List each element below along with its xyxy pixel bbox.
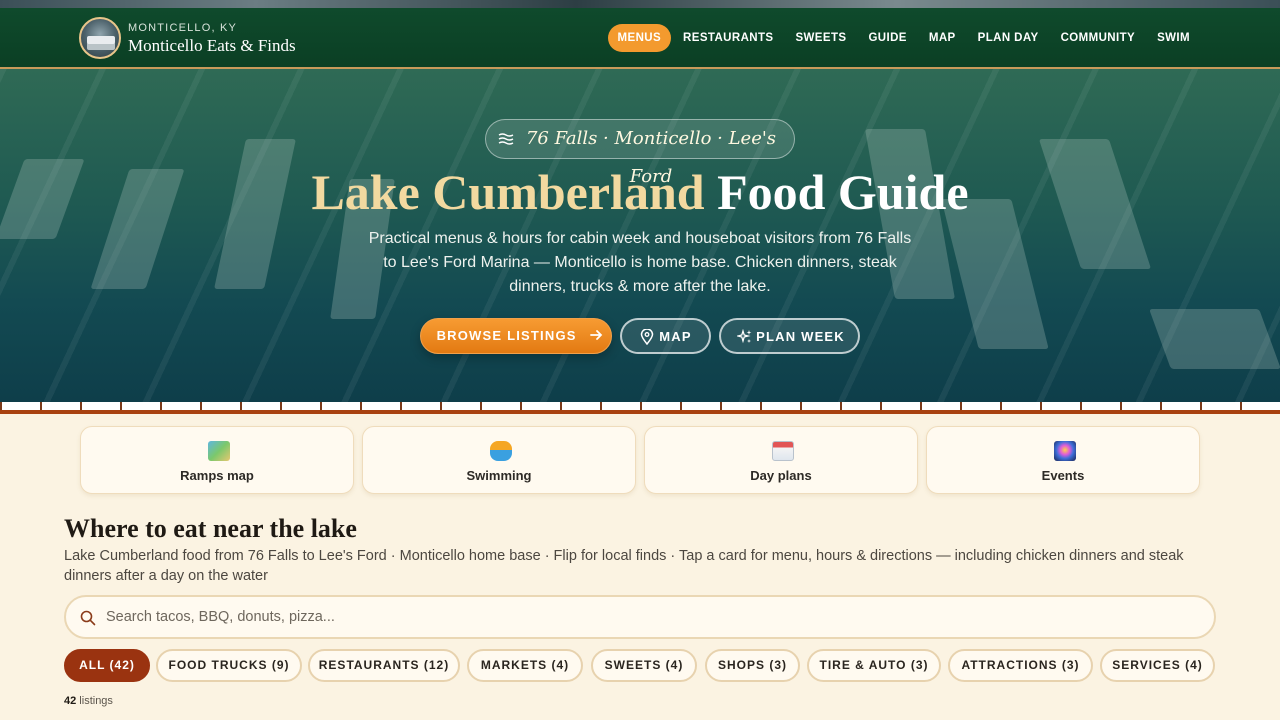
nav-guide[interactable]: GUIDE [858,24,916,52]
section-title: Where to eat near the lake [64,514,357,543]
map-button[interactable]: MAP [620,318,711,354]
calendar-icon [772,441,794,461]
search-bar [64,595,1216,639]
quick-card-label: Swimming [466,468,532,483]
nav-menus[interactable]: MENUS [607,24,672,52]
map-button-label: MAP [659,329,692,344]
marina-dock-image [1149,309,1280,369]
browse-listings-label: BROWSE LISTINGS [436,328,577,343]
listing-count-number: 42 [64,695,77,707]
site-header: MONTICELLO, KY Monticello Eats & Finds M… [0,8,1280,69]
hero-title-rest: Food Guide [704,164,969,220]
fireworks-icon [1054,441,1076,461]
marina-dock-image [941,199,1049,349]
filter-services[interactable]: SERVICES (4) [1100,649,1215,682]
filter-tire-auto[interactable]: TIRE & AUTO (3) [807,649,941,682]
filter-restaurants[interactable]: RESTAURANTS (12) [308,649,460,682]
filter-markets[interactable]: MARKETS (4) [467,649,583,682]
filter-sweets[interactable]: SWEETS (4) [591,649,697,682]
nav-restaurants[interactable]: RESTAURANTS [673,24,783,52]
quick-card-label: Day plans [750,468,812,483]
quick-card-ramps-map[interactable]: Ramps map [80,426,354,494]
main-nav: MENUS RESTAURANTS SWEETS GUIDE MAP PLAN … [606,24,1200,52]
arrow-right-icon [590,330,603,340]
map-pin-icon [640,329,654,345]
hero-title-accent: Lake Cumberland [311,164,705,220]
browse-listings-button[interactable]: BROWSE LISTINGS [420,318,612,354]
brand-name[interactable]: Monticello Eats & Finds [128,36,296,56]
nav-sweets[interactable]: SWEETS [785,24,856,52]
hero-tagline: 76 Falls · Monticello · Lee's Ford [485,119,795,187]
section-description: Lake Cumberland food from 76 Falls to Le… [64,548,1184,584]
hero-subtitle: Practical menus & hours for cabin week a… [368,230,912,295]
listing-count-suffix: listings [76,695,113,707]
search-icon [80,610,96,626]
sparkles-icon [737,329,752,344]
logo-badge[interactable] [79,17,121,59]
filter-all[interactable]: ALL (42) [64,649,150,682]
quick-card-label: Ramps map [180,468,254,483]
filter-shops[interactable]: SHOPS (3) [705,649,800,682]
filter-attractions[interactable]: ATTRACTIONS (3) [948,649,1093,682]
nav-plan-day[interactable]: PLAN DAY [968,24,1049,52]
waves-icon [498,133,514,145]
hero-title: Lake Cumberland Food Guide [0,163,1280,221]
plan-week-button[interactable]: PLAN WEEK [719,318,860,354]
listing-count: 42 listings [64,695,113,707]
filter-food-trucks[interactable]: FOOD TRUCKS (9) [156,649,302,682]
nav-map[interactable]: MAP [919,24,966,52]
quick-card-swimming[interactable]: Swimming [362,426,636,494]
quick-links: Ramps map Swimming Day plans Events [80,426,1200,494]
plan-week-label: PLAN WEEK [756,329,845,344]
swimmer-icon [490,441,512,461]
map-icon [208,441,230,461]
quick-card-day-plans[interactable]: Day plans [644,426,918,494]
decorative-ruler-divider [0,402,1280,414]
top-photo-strip [0,0,1280,8]
quick-card-events[interactable]: Events [926,426,1200,494]
nav-community[interactable]: COMMUNITY [1051,24,1146,52]
search-input[interactable] [106,605,1196,629]
quick-card-label: Events [1041,468,1085,483]
hero-banner: 76 Falls · Monticello · Lee's Ford Lake … [0,69,1280,402]
brand-kicker: MONTICELLO, KY [128,22,238,34]
nav-swim[interactable]: SWIM [1147,24,1200,52]
